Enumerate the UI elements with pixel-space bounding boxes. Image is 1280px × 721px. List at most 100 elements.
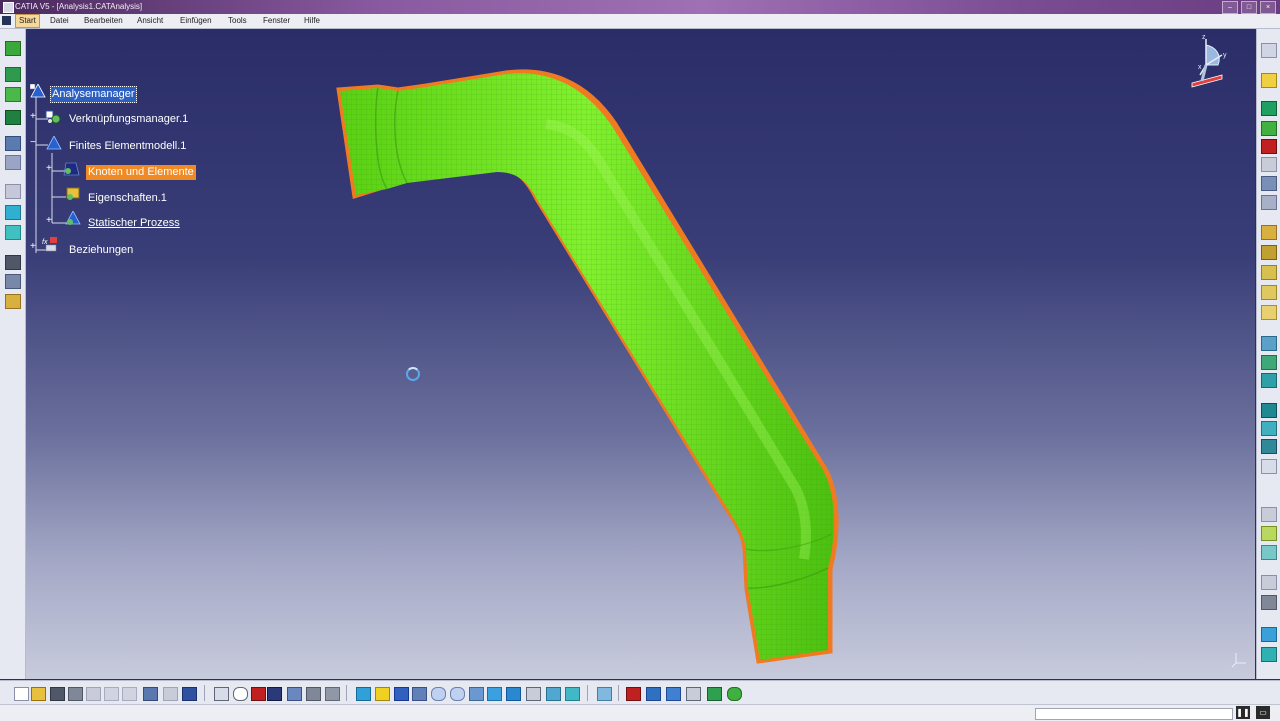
views-icon[interactable] (506, 687, 521, 701)
relations-icon[interactable]: fx (42, 236, 58, 252)
analysis-manager-icon[interactable] (29, 83, 46, 98)
pan-icon[interactable] (394, 687, 409, 701)
tree-item-verknuepfungsmanager[interactable]: Verknüpfungsmanager.1 (69, 112, 188, 127)
tool-icon-4[interactable] (1261, 595, 1277, 610)
connection-icon-3[interactable] (1261, 439, 1277, 454)
menu-fenster[interactable]: Fenster (260, 14, 293, 28)
sensor-icon[interactable] (251, 687, 266, 701)
tree-item-statischer-prozess[interactable]: Statischer Prozess (88, 216, 180, 231)
menu-bearbeiten[interactable]: Bearbeiten (81, 14, 126, 28)
menu-ansicht[interactable]: Ansicht (134, 14, 166, 28)
tree-item-beziehungen[interactable]: Beziehungen (69, 243, 133, 258)
curve-icon[interactable] (1261, 507, 1277, 522)
minimize-button[interactable]: – (1222, 1, 1238, 14)
load-icon[interactable] (5, 225, 21, 240)
tool-icon-3[interactable] (1261, 575, 1277, 590)
properties-icon[interactable] (64, 186, 80, 200)
menu-einfuegen[interactable]: Einfügen (177, 14, 215, 28)
element-icon[interactable] (1261, 195, 1277, 210)
surface-mesh-icon[interactable] (5, 87, 21, 102)
pause-icon[interactable]: ❚❚ (1236, 706, 1250, 719)
compass-icon[interactable] (1191, 39, 1223, 88)
hide-show-icon[interactable] (546, 687, 561, 701)
tree-item-eigenschaften[interactable]: Eigenschaften.1 (88, 191, 167, 206)
save-icon[interactable] (5, 255, 21, 270)
swap-space-icon[interactable] (565, 687, 580, 701)
mesh-part-icon[interactable] (5, 41, 21, 56)
properties-tool-icon[interactable] (5, 136, 21, 151)
clamp-icon[interactable] (5, 184, 21, 199)
connection-icon-1[interactable] (1261, 403, 1277, 418)
analysis-icon-1[interactable] (1261, 336, 1277, 351)
zoom-out-icon[interactable] (450, 687, 465, 701)
expand-beziehungen-icon[interactable]: + (30, 242, 37, 252)
paste-icon[interactable] (122, 687, 137, 701)
compute-tool-icon[interactable] (1261, 647, 1277, 662)
comment-icon[interactable] (233, 687, 248, 701)
surface-icon-1[interactable] (1261, 225, 1277, 240)
sphere-icon[interactable] (306, 687, 321, 701)
surface-icon-5[interactable] (1261, 305, 1277, 320)
material-icon[interactable] (5, 155, 21, 170)
mesh-tool-icon[interactable] (1261, 101, 1277, 116)
link-manager-icon[interactable] (44, 109, 61, 124)
tree-toggle-icon[interactable] (597, 687, 612, 701)
new-icon[interactable] (14, 687, 29, 701)
save-file-icon[interactable] (50, 687, 65, 701)
command-input[interactable] (1035, 708, 1233, 720)
pointer-icon[interactable] (1261, 73, 1277, 88)
nodes-elements-icon[interactable] (62, 161, 80, 176)
3d-viewport[interactable]: z y x fx + − + + + Analysemanager Verknü… (26, 29, 1255, 679)
fem-model-icon[interactable] (46, 135, 62, 150)
deformation-icon[interactable] (646, 687, 661, 701)
rotate-icon[interactable] (412, 687, 427, 701)
catia-app-icon[interactable] (3, 2, 14, 13)
expand-verknuepfung-icon[interactable]: + (30, 112, 37, 122)
copy-icon[interactable] (104, 687, 119, 701)
document-menu-icon[interactable] (2, 16, 11, 25)
close-button[interactable]: × (1260, 1, 1276, 14)
report-icon[interactable] (5, 294, 21, 309)
stress-icon[interactable] (666, 687, 681, 701)
maximize-button[interactable]: □ (1241, 1, 1257, 14)
beam-mesh-icon[interactable] (5, 110, 21, 125)
tool-icon-2[interactable] (1261, 545, 1277, 560)
tree-item-knoten-und-elemente[interactable]: Knoten und Elemente (86, 165, 196, 180)
options-icon[interactable] (325, 687, 340, 701)
print-icon[interactable] (68, 687, 83, 701)
connection-icon-2[interactable] (1261, 421, 1277, 436)
formula-icon[interactable] (214, 687, 229, 701)
node-icon[interactable] (1261, 176, 1277, 191)
redo-icon[interactable] (163, 687, 178, 701)
menu-tools[interactable]: Tools (225, 14, 250, 28)
tree-item-finites-elementmodell[interactable]: Finites Elementmodell.1 (69, 139, 186, 154)
tree-expand-icon[interactable] (287, 687, 302, 701)
menu-datei[interactable]: Datei (47, 14, 72, 28)
expand-statisch-icon[interactable]: + (46, 216, 53, 226)
expand-knoten-icon[interactable]: + (46, 164, 53, 174)
open-icon[interactable] (31, 687, 46, 701)
fit-all-icon[interactable] (375, 687, 390, 701)
mesh-capture-icon[interactable] (1261, 121, 1277, 136)
iso-view-icon[interactable] (487, 687, 502, 701)
grid-icon[interactable] (1261, 373, 1277, 388)
surface-icon-2[interactable] (1261, 245, 1277, 260)
fly-mode-icon[interactable] (356, 687, 371, 701)
tree-root-analysemanager[interactable]: Analysemanager (50, 86, 137, 103)
mesh-delete-icon[interactable] (1261, 139, 1277, 154)
surface-icon-3[interactable] (1261, 265, 1277, 280)
collapse-fem-icon[interactable]: − (30, 138, 37, 148)
compute-run-icon[interactable] (626, 687, 641, 701)
cube-icon[interactable] (1261, 627, 1277, 642)
fullscreen-icon[interactable]: ▭ (1256, 706, 1270, 719)
undo-icon[interactable] (143, 687, 158, 701)
menu-hilfe[interactable]: Hilfe (301, 14, 323, 28)
static-process-icon[interactable] (64, 210, 81, 225)
table-icon[interactable] (267, 687, 282, 701)
compute-icon[interactable] (5, 274, 21, 289)
tool-icon-1[interactable] (1261, 526, 1277, 541)
octree-tetra-icon[interactable] (5, 67, 21, 82)
surface-icon-4[interactable] (1261, 285, 1277, 300)
beam-icon[interactable] (1261, 459, 1277, 474)
mesh-edit-icon[interactable] (1261, 157, 1277, 172)
